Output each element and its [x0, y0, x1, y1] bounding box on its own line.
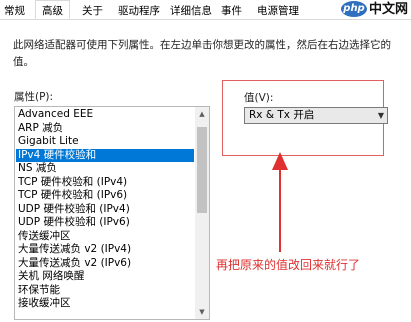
property-list-item[interactable]: UDP 硬件校验和 (IPv6): [16, 216, 194, 229]
chevron-down-icon[interactable]: ▼: [378, 109, 384, 122]
tab-details[interactable]: 详细信息: [170, 3, 212, 19]
property-list-item[interactable]: 大量传送减负 v2 (IPv4): [16, 243, 194, 256]
tab-driver[interactable]: 驱动程序: [118, 3, 160, 19]
property-list-item[interactable]: Advanced EEE: [16, 108, 194, 121]
value-dropdown[interactable]: Rx & Tx 开启 ▼: [244, 107, 388, 124]
site-watermark-logo: php 中文网: [337, 0, 411, 19]
php-logo-icon: php: [341, 1, 367, 17]
scroll-down-icon[interactable]: ▼: [195, 305, 209, 319]
value-label: 值(V):: [244, 92, 274, 104]
tab-events[interactable]: 事件: [221, 3, 242, 19]
property-list-item[interactable]: 传送缓冲区: [16, 230, 194, 243]
tab-advanced[interactable]: 高级: [35, 0, 70, 19]
property-list-item[interactable]: NS 减负: [16, 162, 194, 175]
tab-general[interactable]: 常规: [4, 3, 25, 19]
annotation-text: 再把原来的值改回来就行了: [216, 258, 361, 272]
tab-bar: 常规 高级 关于 驱动程序 详细信息 事件 电源管理 php 中文网: [0, 0, 411, 20]
property-list-item[interactable]: TCP 硬件校验和 (IPv4): [16, 176, 194, 189]
property-list-item[interactable]: Gigabit Lite: [16, 135, 194, 148]
annotation-arrow-icon: [272, 152, 288, 252]
property-list-item[interactable]: TCP 硬件校验和 (IPv6): [16, 189, 194, 202]
listbox-scrollbar[interactable]: ▲ ▼: [195, 107, 209, 319]
property-listbox[interactable]: Advanced EEE ARP 减负 Gigabit Lite IPv4 硬件校验和…: [14, 106, 210, 320]
property-list-item[interactable]: UDP 硬件校验和 (IPv4): [16, 203, 194, 216]
scroll-up-icon[interactable]: ▲: [195, 107, 209, 121]
property-label: 属性(P):: [14, 91, 54, 103]
tab-about[interactable]: 关于: [82, 3, 103, 19]
tab-power-management[interactable]: 电源管理: [257, 3, 299, 19]
property-list-item[interactable]: 关机 网络唤醒: [16, 270, 194, 283]
property-list-item[interactable]: ARP 减负: [16, 122, 194, 135]
property-list-item[interactable]: IPv4 硬件校验和: [16, 148, 194, 162]
value-dropdown-selected: Rx & Tx 开启: [249, 109, 315, 121]
description-text: 此网络适配器可使用下列属性。在左边单击你想更改的属性，然后在右边选择它的值。: [13, 39, 391, 68]
logo-text: 中文网: [369, 2, 409, 17]
scroll-thumb[interactable]: [197, 127, 207, 213]
property-list-item[interactable]: 大量传送减负 v2 (IPv6): [16, 257, 194, 270]
property-list-item[interactable]: 环保节能: [16, 284, 194, 297]
property-list-item[interactable]: 接收缓冲区: [16, 297, 194, 310]
